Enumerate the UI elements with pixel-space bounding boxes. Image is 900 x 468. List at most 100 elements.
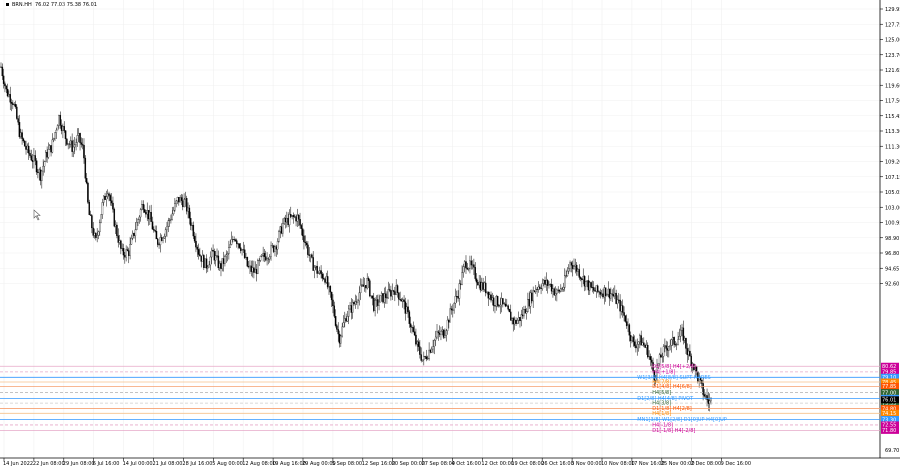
candle bbox=[512, 318, 515, 325]
candle bbox=[217, 255, 220, 269]
candle bbox=[486, 291, 488, 294]
candle bbox=[471, 264, 474, 266]
candle bbox=[1, 66, 4, 77]
candle bbox=[208, 264, 210, 268]
candle bbox=[204, 258, 206, 268]
candle bbox=[392, 290, 395, 292]
candle bbox=[640, 335, 642, 346]
candle bbox=[283, 218, 285, 224]
candle bbox=[255, 268, 258, 274]
candle bbox=[367, 278, 370, 281]
candle bbox=[162, 237, 164, 241]
candle bbox=[564, 275, 566, 288]
candle bbox=[299, 219, 301, 226]
time-tick-label: 29 Aug 00:00 bbox=[302, 461, 336, 467]
candle bbox=[475, 278, 478, 283]
candle bbox=[155, 231, 158, 240]
candle bbox=[328, 286, 330, 288]
candle bbox=[236, 240, 238, 244]
candle bbox=[159, 237, 162, 246]
candle bbox=[68, 143, 71, 145]
candle bbox=[517, 317, 520, 321]
candle bbox=[332, 299, 334, 307]
candle bbox=[487, 291, 490, 299]
candle bbox=[52, 138, 55, 141]
candle bbox=[348, 308, 350, 317]
candle bbox=[416, 341, 418, 345]
candle bbox=[225, 254, 227, 257]
candle bbox=[143, 209, 146, 213]
candle bbox=[531, 292, 533, 302]
candle bbox=[292, 215, 295, 218]
candle bbox=[495, 295, 498, 307]
level-label: MN1[3/8] W1[2/8] D1[0]UP H4[0]UP bbox=[637, 417, 727, 423]
candle bbox=[157, 238, 159, 245]
candle bbox=[25, 146, 27, 150]
candle bbox=[250, 265, 253, 272]
candle bbox=[188, 207, 191, 219]
candle bbox=[520, 314, 523, 322]
candle bbox=[463, 261, 466, 267]
candle bbox=[189, 218, 192, 226]
candle bbox=[637, 341, 640, 345]
candle bbox=[233, 239, 235, 240]
candle bbox=[329, 286, 332, 293]
time-tick-label: 3 Nov 00:00 bbox=[571, 461, 602, 467]
price-chart[interactable]: BRN.HH 76.02 77.03 75.38 76.01 129.95127… bbox=[0, 0, 900, 468]
candle bbox=[112, 202, 114, 210]
candle bbox=[212, 249, 214, 252]
price-tick-label: 125.00 bbox=[885, 38, 900, 44]
candle bbox=[229, 244, 231, 248]
candle bbox=[180, 197, 183, 201]
candle bbox=[211, 249, 213, 258]
candle bbox=[163, 236, 166, 239]
candle bbox=[77, 133, 80, 136]
candle bbox=[110, 200, 113, 204]
candle bbox=[56, 125, 59, 131]
candle bbox=[583, 276, 586, 287]
candle bbox=[151, 221, 154, 230]
candle bbox=[142, 204, 145, 210]
candle bbox=[615, 292, 617, 304]
candle bbox=[62, 126, 64, 131]
candle bbox=[567, 268, 570, 272]
chart-canvas[interactable]: 129.95 127.75 125.00 123.70 121.65 119.60 117.… bbox=[0, 0, 900, 468]
candle bbox=[64, 130, 67, 140]
candle bbox=[503, 303, 505, 305]
candle bbox=[479, 281, 482, 291]
price-tick-label: 109.20 bbox=[885, 160, 900, 166]
time-tick-label: 12 Sep 16:00 bbox=[362, 461, 395, 467]
candle bbox=[370, 295, 372, 297]
candle bbox=[575, 264, 578, 272]
candle bbox=[629, 335, 632, 342]
candle bbox=[259, 256, 262, 261]
candle bbox=[200, 255, 202, 262]
candle bbox=[644, 344, 646, 348]
candle bbox=[100, 214, 102, 223]
candle bbox=[26, 145, 29, 150]
candle bbox=[478, 281, 480, 286]
candle bbox=[183, 199, 185, 207]
candle bbox=[444, 335, 446, 338]
candle bbox=[558, 290, 561, 292]
candle bbox=[608, 288, 611, 299]
time-tick-label: 17 Nov 16:00 bbox=[631, 461, 665, 467]
candle bbox=[421, 359, 424, 361]
candle bbox=[89, 214, 92, 216]
candle bbox=[97, 231, 100, 236]
candle bbox=[351, 302, 354, 313]
candle bbox=[490, 294, 492, 301]
candle bbox=[139, 209, 142, 218]
candle bbox=[342, 322, 345, 328]
candle bbox=[135, 222, 138, 231]
candle bbox=[253, 267, 255, 273]
candle bbox=[192, 225, 195, 237]
candle bbox=[548, 284, 550, 286]
candle bbox=[446, 319, 449, 331]
candle bbox=[519, 317, 521, 322]
candle bbox=[196, 247, 199, 250]
candle bbox=[195, 240, 197, 248]
candle bbox=[91, 215, 93, 229]
candle bbox=[523, 309, 525, 317]
candle bbox=[193, 235, 196, 242]
